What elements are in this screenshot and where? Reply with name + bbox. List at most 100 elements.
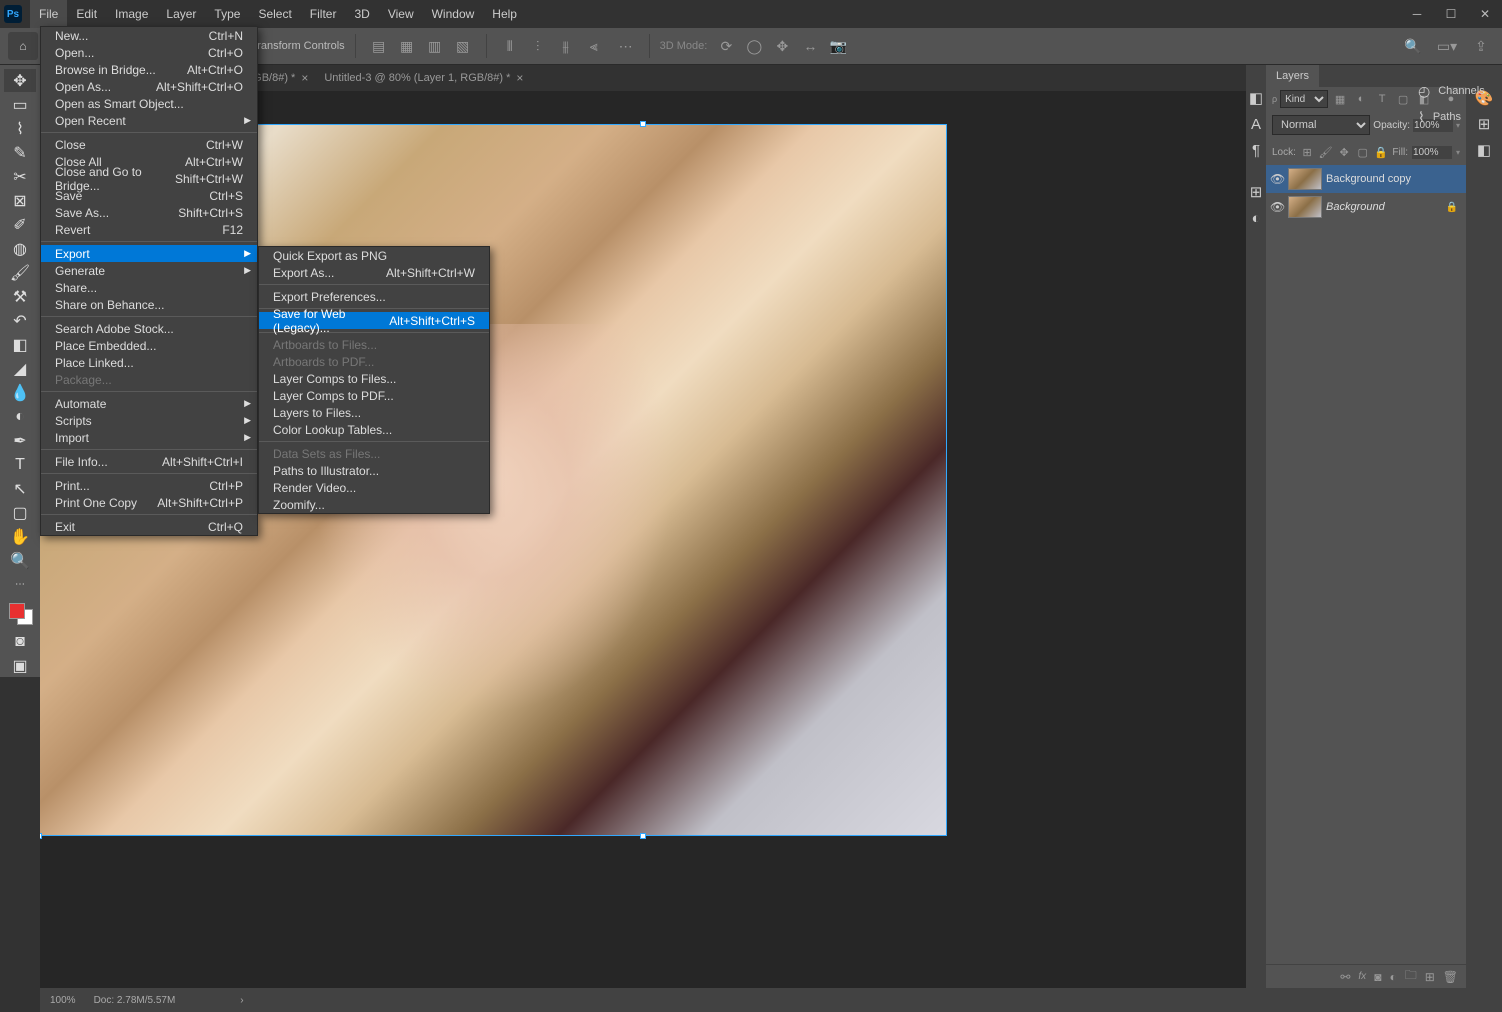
menu-item-export[interactable]: Export▶ [41,245,257,262]
menu-item-close[interactable]: CloseCtrl+W [41,136,257,153]
menu-filter[interactable]: Filter [301,0,346,28]
eyedropper-tool[interactable]: ✐ [4,213,36,236]
minimize-button[interactable]: ─ [1400,0,1434,28]
visibility-icon[interactable]: 👁 [1270,200,1284,214]
filter-type-icon[interactable]: T [1373,90,1391,108]
dodge-tool[interactable]: ◐ [4,405,36,428]
menu-window[interactable]: Window [423,0,484,28]
menu-item-place-embedded-[interactable]: Place Embedded... [41,337,257,354]
fx-icon[interactable]: fx [1358,971,1366,982]
frame-tool[interactable]: ⊠ [4,189,36,212]
menu-item-print-one-copy[interactable]: Print One CopyAlt+Shift+Ctrl+P [41,494,257,511]
align-center-icon[interactable]: ▦ [394,34,420,58]
menu-item-save-as-[interactable]: Save As...Shift+Ctrl+S [41,204,257,221]
menu-item-scripts[interactable]: Scripts▶ [41,412,257,429]
more-icon[interactable]: ⋯ [613,34,639,58]
align-right-icon[interactable]: ▥ [422,34,448,58]
layer-name[interactable]: Background [1326,201,1385,213]
menu-item-save[interactable]: SaveCtrl+S [41,187,257,204]
filter-kind-select[interactable]: Kind [1280,90,1328,108]
menu-help[interactable]: Help [483,0,526,28]
path-select-tool[interactable]: ↖ [4,477,36,500]
type-tool[interactable]: T [4,453,36,476]
close-icon[interactable]: × [516,71,523,85]
blur-tool[interactable]: 💧 [4,381,36,404]
menu-item-new-[interactable]: New...Ctrl+N [41,27,257,44]
menu-item-open-as-smart-object-[interactable]: Open as Smart Object... [41,95,257,112]
mask-icon[interactable]: ◙ [1374,970,1381,984]
3d-slide-icon[interactable]: ↔ [797,34,823,58]
menu-item-share-on-behance-[interactable]: Share on Behance... [41,296,257,313]
edit-toolbar-icon[interactable]: ⋯ [4,573,36,596]
menu-item-revert[interactable]: RevertF12 [41,221,257,238]
menu-edit[interactable]: Edit [67,0,106,28]
doc-size[interactable]: Doc: 2.78M/5.57M› [94,995,244,1006]
layer-thumbnail[interactable] [1288,168,1322,190]
brush-tool[interactable]: 🖌 [4,261,36,284]
foreground-swatch[interactable] [9,603,25,619]
workspace-icon[interactable]: ▭▾ [1434,34,1460,58]
home-button[interactable]: ⌂ [8,32,38,60]
search-icon[interactable]: 🔍 [1400,34,1426,58]
distribute-v-icon[interactable]: ⫵ [553,34,579,58]
group-icon[interactable]: 🗀 [1405,966,1417,987]
menu-item-open-[interactable]: Open...Ctrl+O [41,44,257,61]
layer-row[interactable]: 👁 Background 🔒 [1266,193,1466,221]
lock-position-icon[interactable]: ✥ [1337,143,1352,161]
maximize-button[interactable]: ☐ [1434,0,1468,28]
menu-item-render-video-[interactable]: Render Video... [259,479,489,496]
channels-panel-tab[interactable]: ◴Channels [1412,78,1502,104]
menu-item-browse-in-bridge-[interactable]: Browse in Bridge...Alt+Ctrl+O [41,61,257,78]
menu-item-zoomify-[interactable]: Zoomify... [259,496,489,513]
distribute-icon[interactable]: ⫴ [497,34,523,58]
shape-tool[interactable]: ▢ [4,501,36,524]
filter-shape-icon[interactable]: ▢ [1394,90,1412,108]
menu-item-quick-export-as-png[interactable]: Quick Export as PNG [259,247,489,264]
menu-3d[interactable]: 3D [345,0,378,28]
paths-panel-tab[interactable]: ⌇Paths [1412,104,1502,130]
healing-tool[interactable]: ◍ [4,237,36,260]
close-icon[interactable]: × [301,71,308,85]
visibility-icon[interactable]: 👁 [1270,172,1284,186]
menu-item-save-for-web-legacy-[interactable]: Save for Web (Legacy)...Alt+Shift+Ctrl+S [259,312,489,329]
blend-mode-select[interactable]: Normal [1272,115,1370,135]
menu-item-layer-comps-to-pdf-[interactable]: Layer Comps to PDF... [259,387,489,404]
screen-mode-tool[interactable]: ▣ [4,654,36,677]
move-tool[interactable]: ✥ [4,69,36,92]
menu-item-layer-comps-to-files-[interactable]: Layer Comps to Files... [259,370,489,387]
layers-tab[interactable]: Layers [1266,65,1319,87]
filter-adjust-icon[interactable]: ◐ [1352,90,1370,108]
lasso-tool[interactable]: ⌇ [4,117,36,140]
color-swatches[interactable] [7,603,33,623]
menu-item-export-preferences-[interactable]: Export Preferences... [259,288,489,305]
new-layer-icon[interactable]: ⊞ [1425,970,1435,984]
link-layers-icon[interactable]: ⚯ [1340,970,1350,984]
lock-transparency-icon[interactable]: ⊞ [1300,143,1315,161]
marquee-tool[interactable]: ▭ [4,93,36,116]
align-left-icon[interactable]: ▤ [366,34,392,58]
menu-item-open-as-[interactable]: Open As...Alt+Shift+Ctrl+O [41,78,257,95]
transform-handle-top[interactable] [640,121,646,127]
menu-item-import[interactable]: Import▶ [41,429,257,446]
lock-pixels-icon[interactable]: 🖌 [1318,143,1333,161]
doc-tab-3[interactable]: Untitled-3 @ 80% (Layer 1, RGB/8#) *× [316,65,531,91]
pen-tool[interactable]: ✒ [4,429,36,452]
menu-image[interactable]: Image [106,0,157,28]
menu-view[interactable]: View [379,0,423,28]
gradient-tool[interactable]: ◢ [4,357,36,380]
menu-item-close-and-go-to-bridge-[interactable]: Close and Go to Bridge...Shift+Ctrl+W [41,170,257,187]
menu-item-place-linked-[interactable]: Place Linked... [41,354,257,371]
quick-mask-tool[interactable]: ◙ [4,630,36,653]
menu-select[interactable]: Select [249,0,300,28]
menu-item-paths-to-illustrator-[interactable]: Paths to Illustrator... [259,462,489,479]
close-button[interactable]: ✕ [1468,0,1502,28]
menu-item-exit[interactable]: ExitCtrl+Q [41,518,257,535]
lock-artboard-icon[interactable]: ▢ [1355,143,1370,161]
3d-roll-icon[interactable]: ◯ [741,34,767,58]
menu-item-layers-to-files-[interactable]: Layers to Files... [259,404,489,421]
3d-camera-icon[interactable]: 📷 [825,34,851,58]
delete-layer-icon[interactable]: 🗑 [1443,970,1458,984]
menu-item-automate[interactable]: Automate▶ [41,395,257,412]
menu-item-share-[interactable]: Share... [41,279,257,296]
3d-pan-icon[interactable]: ✥ [769,34,795,58]
